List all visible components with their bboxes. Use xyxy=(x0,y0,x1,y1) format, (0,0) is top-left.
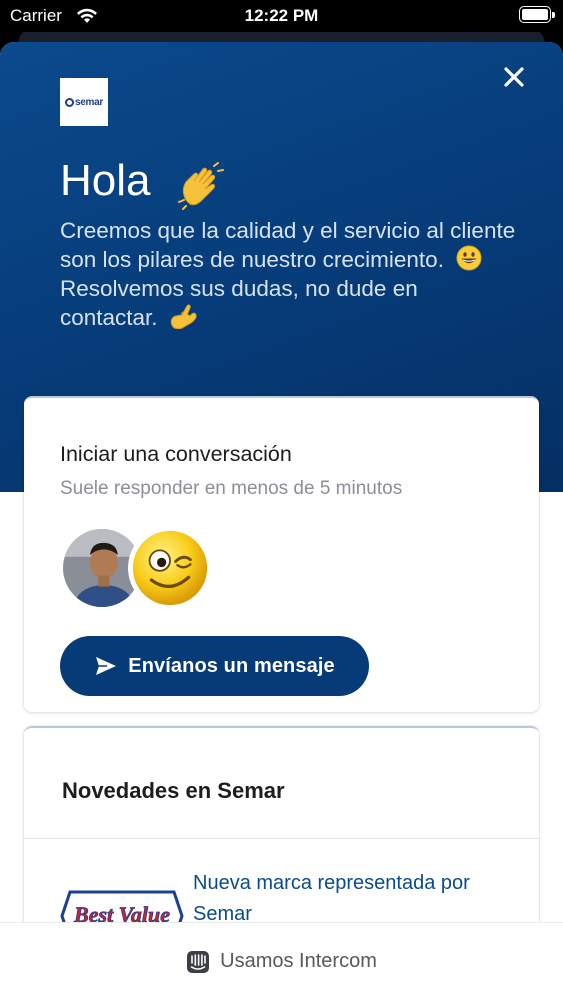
close-icon[interactable] xyxy=(501,64,527,90)
company-logo: semar xyxy=(60,78,108,126)
news-divider xyxy=(24,838,539,839)
news-title: Novedades en Semar xyxy=(62,778,285,803)
battery-icon xyxy=(519,6,555,23)
call-me-hand-icon xyxy=(170,304,197,329)
intercom-footer[interactable]: Usamos Intercom xyxy=(0,922,563,1000)
intro-text: Creemos que la calidad y el servicio al … xyxy=(60,216,520,332)
close-button[interactable] xyxy=(501,64,527,90)
greeting-title: Hola xyxy=(60,156,151,205)
footer-label: Usamos Intercom xyxy=(220,950,377,972)
send-icon xyxy=(96,657,117,675)
team-avatar-winking-emoji xyxy=(128,526,212,610)
send-message-button[interactable]: Envíanos un mensaje xyxy=(60,636,369,696)
intro-line-2: Resolvemos sus dudas, no dude en contact… xyxy=(60,276,418,330)
status-bar: Carrier 12:22 PM xyxy=(0,0,563,32)
intro-line-1: Creemos que la calidad y el servicio al … xyxy=(60,218,516,272)
smiling-face-icon xyxy=(456,245,482,271)
intercom-logo-icon xyxy=(187,950,210,973)
send-message-label: Envíanos un mensaje xyxy=(128,654,335,677)
logo-mark-icon xyxy=(65,97,75,107)
clock: 12:22 PM xyxy=(244,6,319,25)
logo-text: semar xyxy=(75,96,103,108)
response-time-text: Suele responder en menos de 5 minutos xyxy=(60,478,403,499)
start-conversation-card: Iniciar una conversación Suele responder… xyxy=(24,396,539,712)
news-item-link[interactable]: Nueva marca representada por Semar xyxy=(193,868,513,930)
waving-hand-icon xyxy=(178,162,224,210)
conversation-title: Iniciar una conversación xyxy=(60,442,292,466)
messenger-sheet: semar Hola Creemos que la calidad y el s… xyxy=(0,42,563,1000)
